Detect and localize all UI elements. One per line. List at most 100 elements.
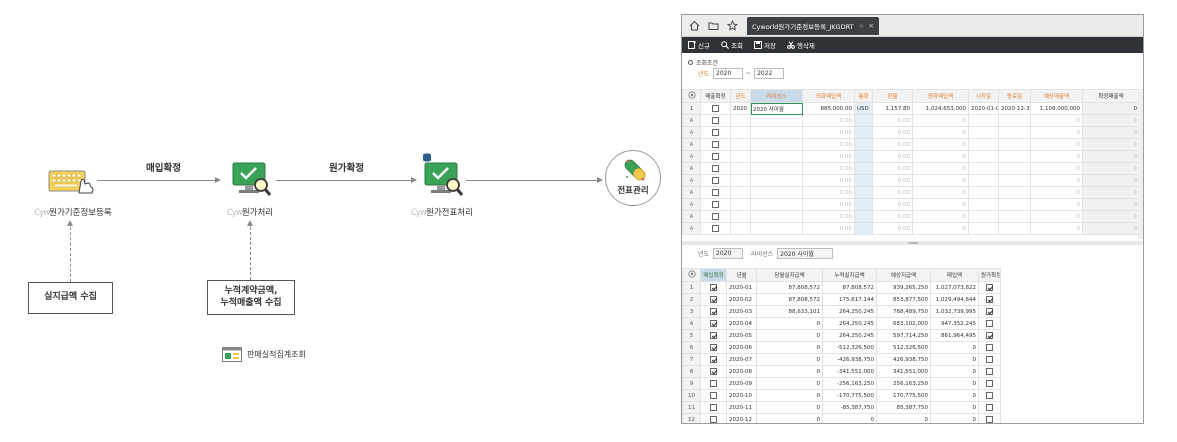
grid-cell[interactable] xyxy=(750,174,803,187)
col-rate[interactable]: 환율 xyxy=(872,89,913,103)
grid-cell[interactable]: 0 xyxy=(1082,138,1140,151)
cumulative-payment-cell[interactable]: -426,938,750 xyxy=(822,353,877,366)
checkbox[interactable] xyxy=(986,356,993,363)
purchase-confirm-cell[interactable] xyxy=(700,341,727,354)
grid-cell[interactable]: 0.00 xyxy=(802,174,855,187)
cost-confirm-cell[interactable] xyxy=(978,413,1001,423)
col-purchase-confirm[interactable]: 매입확정 xyxy=(700,268,727,282)
checkbox[interactable] xyxy=(712,129,719,136)
year-month-cell[interactable]: 2020-04 xyxy=(726,317,757,330)
grid-cell[interactable]: 0.00 xyxy=(802,198,855,211)
cumulative-payment-cell[interactable]: -256,163,250 xyxy=(822,377,877,390)
expected-payment-cell[interactable]: 170,775,500 xyxy=(876,389,931,402)
expected-payment-cell[interactable]: 853,877,500 xyxy=(876,293,931,306)
checkbox[interactable] xyxy=(986,404,993,411)
purchase-amount-cell[interactable]: 0 xyxy=(930,341,979,354)
grid-cell[interactable] xyxy=(750,114,803,127)
expected-payment-cell[interactable]: 0 xyxy=(876,413,931,423)
month-actual-payment-cell[interactable]: 0 xyxy=(756,413,823,423)
checkbox[interactable] xyxy=(712,177,719,184)
cost-confirm-cell[interactable] xyxy=(978,377,1001,390)
grid-cell[interactable] xyxy=(968,150,999,163)
grid-cell[interactable]: 0 xyxy=(912,222,969,235)
grid-cell[interactable] xyxy=(968,186,999,199)
grid-cell[interactable]: 0 xyxy=(1082,198,1140,211)
year-month-cell[interactable]: 2020-01 xyxy=(726,281,757,294)
grid-cell[interactable] xyxy=(750,222,803,235)
grid-cell[interactable]: 0.00 xyxy=(872,198,913,211)
cumulative-payment-cell[interactable]: -85,387,750 xyxy=(822,401,877,414)
monitor-check-database-icon[interactable] xyxy=(420,152,464,199)
cost-confirm-cell[interactable] xyxy=(978,317,1001,330)
month-actual-payment-cell[interactable]: 0 xyxy=(756,389,823,402)
checkbox[interactable] xyxy=(710,308,717,315)
grid-cell[interactable]: 0 xyxy=(912,198,969,211)
col-month-actual-payment[interactable]: 당월실지급액 xyxy=(756,268,823,282)
grid-cell[interactable]: 0.00 xyxy=(872,126,913,139)
cumulative-payment-cell[interactable]: 87,808,572 xyxy=(822,281,877,294)
grid-cell[interactable]: 0.00 xyxy=(872,162,913,175)
col-end-date[interactable]: 종료일 xyxy=(998,89,1031,103)
grid-cell[interactable] xyxy=(730,198,751,211)
table-row[interactable]: 3 2020-03 88,633,101 264,250,245 768,489,750… xyxy=(682,305,1001,318)
col-cost-confirm[interactable]: 원가확정 xyxy=(978,268,1001,282)
grid-cell[interactable]: 0 xyxy=(1030,162,1083,175)
save-button[interactable]: 저장 xyxy=(753,40,776,50)
grid-cell[interactable] xyxy=(854,186,873,199)
grid-cell[interactable]: 0.00 xyxy=(872,174,913,187)
grid-cell[interactable] xyxy=(750,126,803,139)
grid-cell[interactable] xyxy=(700,150,731,163)
checkbox[interactable] xyxy=(712,165,719,172)
purchase-confirm-cell[interactable] xyxy=(700,389,727,402)
expected-payment-cell[interactable]: 768,489,750 xyxy=(876,305,931,318)
grid-cell[interactable] xyxy=(700,126,731,139)
cumulative-payment-cell[interactable]: -512,326,500 xyxy=(822,341,877,354)
grid-cell[interactable] xyxy=(854,222,873,235)
grid-cell[interactable] xyxy=(968,222,999,235)
grid-cell[interactable] xyxy=(998,222,1031,235)
month-actual-payment-cell[interactable]: 87,808,572 xyxy=(756,281,823,294)
table-row[interactable]: 6 2020-06 0 -512,326,500 512,326,500 0 xyxy=(682,341,1001,354)
col-expected-sales[interactable]: 예상매출액 xyxy=(1030,89,1083,103)
grid-cell[interactable] xyxy=(750,138,803,151)
grid-cell[interactable]: 0.00 xyxy=(872,186,913,199)
grid-settings-icon[interactable] xyxy=(682,89,701,103)
table-row[interactable]: 8 2020-08 0 -341,551,000 341,551,000 0 xyxy=(682,365,1001,378)
purchase-confirm-cell[interactable] xyxy=(700,401,727,414)
cumulative-payment-cell[interactable]: -341,551,000 xyxy=(822,365,877,378)
purchase-amount-cell[interactable]: 1,032,739,995 xyxy=(930,305,979,318)
year-month-cell[interactable]: 2020-07 xyxy=(726,353,757,366)
purchase-amount-cell[interactable]: 1,027,073,822 xyxy=(930,281,979,294)
year-month-cell[interactable]: 2020-06 xyxy=(726,341,757,354)
cost-confirm-cell[interactable] xyxy=(978,293,1001,306)
grid-cell[interactable] xyxy=(998,174,1031,187)
grid-cell[interactable]: 0 xyxy=(1030,222,1083,235)
keyboard-icon[interactable] xyxy=(48,166,94,194)
grid-cell[interactable]: 0 xyxy=(912,174,969,187)
grid-cell[interactable]: 0 xyxy=(912,138,969,151)
grid-cell[interactable] xyxy=(998,138,1031,151)
table-row[interactable]: 9 2020-09 0 -256,163,250 256,163,250 0 xyxy=(682,377,1001,390)
checkbox[interactable] xyxy=(712,105,719,112)
checkbox[interactable] xyxy=(710,344,717,351)
year-month-cell[interactable]: 2020-12 xyxy=(726,413,757,423)
grid-cell[interactable]: 0 xyxy=(1082,126,1140,139)
table-row[interactable]: 1 2020 2020 사이월 885,000.00 USD 1,157.80 … xyxy=(682,102,1140,115)
year-month-cell[interactable]: 2020-09 xyxy=(726,377,757,390)
grid-cell[interactable]: 0 xyxy=(1082,222,1140,235)
tab-close-icon[interactable]: ✕ xyxy=(868,22,873,30)
checkbox[interactable] xyxy=(712,225,719,232)
grid-cell[interactable]: 0.00 xyxy=(872,138,913,151)
month-actual-payment-cell[interactable]: 0 xyxy=(756,377,823,390)
year-month-cell[interactable]: 2020-11 xyxy=(726,401,757,414)
checkbox[interactable] xyxy=(986,284,993,291)
checkbox[interactable] xyxy=(712,141,719,148)
grid-cell[interactable]: 0 xyxy=(1030,210,1083,223)
month-actual-payment-cell[interactable]: 0 xyxy=(756,353,823,366)
checkbox[interactable] xyxy=(986,392,993,399)
grid-cell[interactable] xyxy=(700,210,731,223)
grid-cell[interactable] xyxy=(730,150,751,163)
purchase-amount-cell[interactable]: 1,029,494,644 xyxy=(930,293,979,306)
grid-cell[interactable] xyxy=(700,222,731,235)
year-cell[interactable]: 2020 xyxy=(730,102,751,115)
